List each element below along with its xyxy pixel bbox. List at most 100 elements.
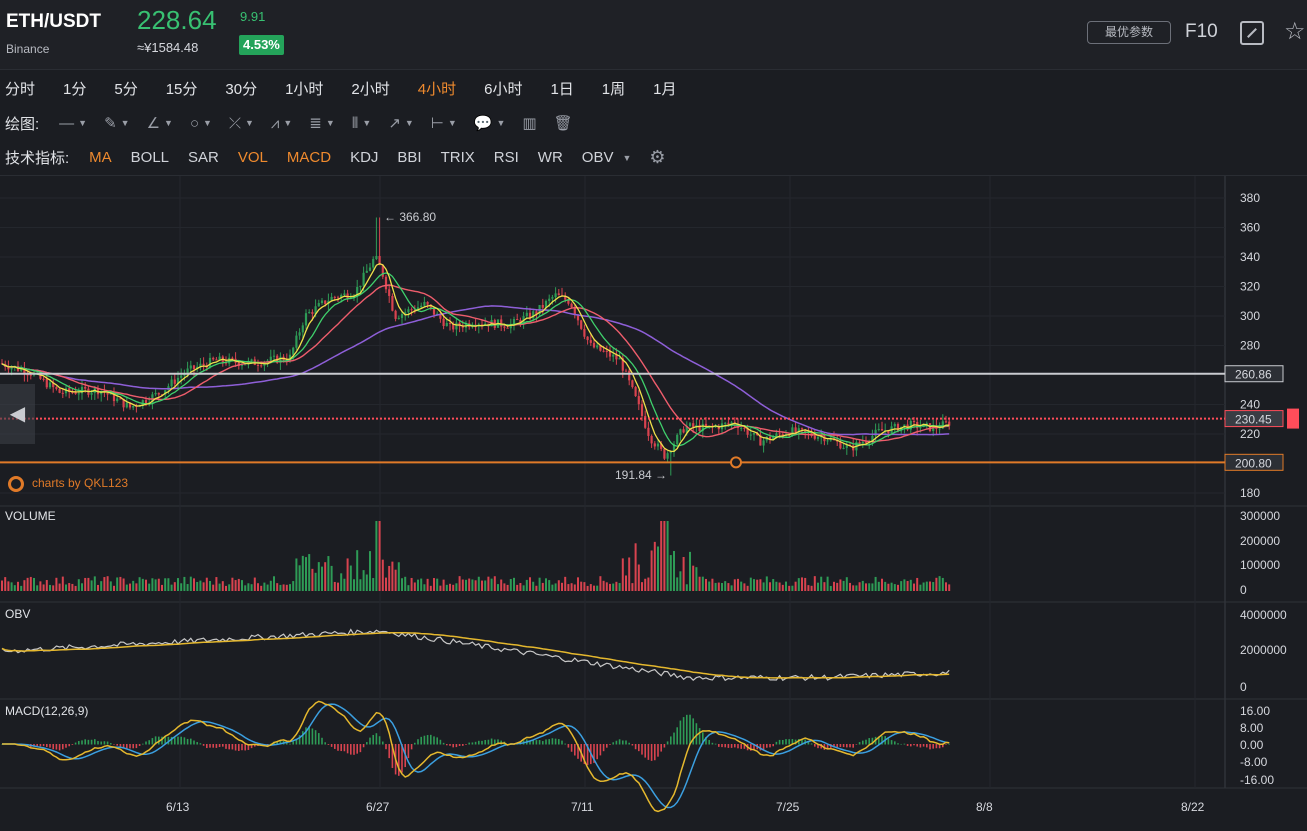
volume-bar <box>423 584 426 591</box>
line-tool[interactable]: — ▼ <box>59 115 87 132</box>
indicator-macd[interactable]: MACD <box>287 149 331 166</box>
macd-histogram-bar <box>615 740 618 745</box>
optimal-params-button[interactable]: 最优参数 <box>1087 21 1171 44</box>
angle-line-tool[interactable]: ∠ ▼ <box>147 114 173 132</box>
volume-bar <box>17 581 19 591</box>
period-tab[interactable]: 1月 <box>653 78 676 99</box>
arrow-tool[interactable]: ↗ ▼ <box>388 114 414 132</box>
macd-histogram-bar <box>106 741 109 745</box>
indicator-sar[interactable]: SAR <box>188 149 219 166</box>
price-chart[interactable]: 260.86 230.45 200.80 380 360 340 320 300 280 240 2… <box>0 176 1307 831</box>
volume-bar <box>714 582 717 591</box>
volume-bar <box>65 584 67 591</box>
volume-bar <box>164 578 167 591</box>
volume-bar <box>724 581 727 591</box>
volume-bar <box>218 583 221 591</box>
volume-bar <box>55 577 58 591</box>
range-tool[interactable]: ⊢ ▼ <box>431 114 457 132</box>
watermark: charts by QKL123 <box>8 476 128 492</box>
period-tab[interactable]: 6小时 <box>484 78 522 99</box>
macd-histogram-bar <box>948 743 950 745</box>
macd-histogram-bar <box>84 739 86 745</box>
period-tab[interactable]: 1小时 <box>285 78 323 99</box>
candle-body <box>180 375 183 378</box>
indicator-vol[interactable]: VOL <box>238 149 268 166</box>
expand-icon[interactable] <box>1240 21 1264 45</box>
macd-histogram-bar <box>673 732 675 745</box>
volume-bar <box>471 579 474 591</box>
candle-body <box>794 427 797 433</box>
macd-histogram-bar <box>897 743 899 745</box>
macd-histogram-bar <box>727 744 730 748</box>
candle-body <box>173 379 176 384</box>
trash-icon[interactable]: 🗑 <box>554 114 573 132</box>
macd-histogram-bar <box>641 744 643 755</box>
indicator-kdj[interactable]: KDJ <box>350 149 378 166</box>
macd-histogram-bar <box>353 744 355 755</box>
cross-tool[interactable]: ⤫ ▼ <box>229 115 254 132</box>
candle-body <box>612 354 615 357</box>
period-tab[interactable]: 分时 <box>5 78 35 99</box>
indicator-rsi[interactable]: RSI <box>494 149 519 166</box>
period-tab[interactable]: 15分 <box>166 78 198 99</box>
volume-bar <box>653 541 656 591</box>
macd-histogram-bar <box>398 744 400 776</box>
volume-bar <box>660 521 663 591</box>
volume-bar <box>849 582 851 591</box>
candle-body <box>912 421 916 423</box>
caret-down-icon[interactable]: ▼ <box>618 153 631 163</box>
indicator-bbi[interactable]: BBI <box>397 149 421 166</box>
macd-histogram-bar <box>321 737 323 745</box>
pencil-tool[interactable]: ✎ ▼ <box>104 114 130 132</box>
candle-body <box>762 440 765 446</box>
volume-bar <box>577 577 579 591</box>
candle-body <box>602 350 605 352</box>
volume-bar <box>81 583 83 591</box>
f10-button[interactable]: F10 <box>1185 21 1218 43</box>
volume-bar <box>941 577 944 591</box>
candle-body <box>663 448 666 459</box>
period-tab[interactable]: 5分 <box>114 78 137 99</box>
star-icon[interactable]: ☆ <box>1284 17 1306 46</box>
candle-body <box>186 368 189 374</box>
indicator-wr[interactable]: WR <box>538 149 563 166</box>
period-tab[interactable]: 2小时 <box>351 78 389 99</box>
indicator-obv[interactable]: OBV <box>582 149 614 166</box>
volume-bar <box>401 578 403 591</box>
period-tab[interactable]: 1日 <box>550 78 573 99</box>
volume-bar <box>874 576 877 591</box>
comment-tool[interactable]: 💬 ▼ <box>474 114 506 132</box>
volume-bar <box>932 582 935 591</box>
volume-bar <box>151 578 154 591</box>
circle-tool[interactable]: ○ ▼ <box>190 115 212 132</box>
volume-bar <box>394 569 397 591</box>
candle-body <box>301 325 304 333</box>
bars-tool[interactable]: ▥ <box>522 114 536 132</box>
scroll-left-icon[interactable]: ◀ <box>0 384 35 444</box>
macd-histogram-bar <box>65 744 67 748</box>
period-tab[interactable]: 4小时 <box>418 78 456 99</box>
macd-histogram-bar <box>426 735 429 745</box>
volume-bar <box>442 579 445 591</box>
volume-bar <box>705 578 707 591</box>
candle-body <box>919 427 922 429</box>
volume-bar <box>631 583 634 591</box>
channel-tool[interactable]: ≣ ▼ <box>309 114 335 132</box>
macd-histogram-bar <box>839 744 842 748</box>
macd-histogram-bar <box>362 744 365 748</box>
macd-axis-label: 8.00 <box>1240 721 1264 735</box>
volume-bar <box>634 543 637 591</box>
volume-bar <box>317 562 320 591</box>
candle-body <box>132 405 135 408</box>
candle-body <box>368 267 372 271</box>
period-tab[interactable]: 1分 <box>63 78 86 99</box>
indicator-ma[interactable]: MA <box>89 149 112 166</box>
candle-body <box>826 440 829 442</box>
pattern-tool[interactable]: ⩘ ▼ <box>271 115 292 132</box>
indicator-trix[interactable]: TRIX <box>441 149 475 166</box>
period-tab[interactable]: 30分 <box>225 78 257 99</box>
parallel-tool[interactable]: ⦀ ▼ <box>352 115 372 132</box>
indicator-boll[interactable]: BOLL <box>131 149 169 166</box>
period-tab[interactable]: 1周 <box>602 78 625 99</box>
gear-icon[interactable]: ⚙ <box>649 147 665 168</box>
